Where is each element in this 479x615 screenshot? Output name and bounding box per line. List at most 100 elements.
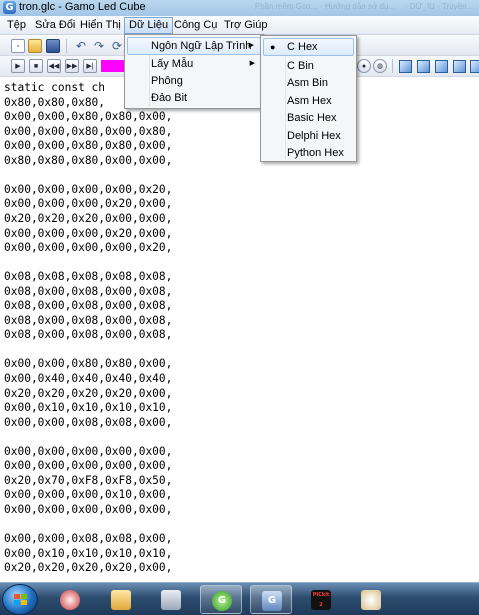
code-line: 0x00,0x00,0x80,0x80,0x00, (4, 357, 173, 371)
cube-top-icon[interactable] (470, 60, 479, 73)
code-line: 0x80,0x80,0x80,0x00,0x00, (4, 153, 173, 167)
file-explorer-icon (111, 590, 131, 610)
taskbar-glc-editor[interactable]: G (250, 585, 292, 614)
submenu-item-basic-hex[interactable]: Basic Hex (263, 109, 354, 127)
fast-forward-icon[interactable]: ▶▶ (65, 59, 79, 73)
code-line: 0x00,0x00,0x00,0x00,0x20, (4, 241, 173, 255)
code-line: 0x00,0x00,0x08,0x08,0x00, (4, 532, 173, 546)
cube-left-icon[interactable] (435, 60, 448, 73)
submenu-item-label: Delphi Hex (287, 130, 341, 142)
step-forward-icon[interactable]: ▶| (83, 59, 97, 73)
taskbar-file-explorer[interactable] (100, 585, 142, 614)
gamo-app-icon: G (212, 591, 232, 611)
refresh-icon[interactable]: ⟳ (110, 39, 124, 53)
taskbar-paint[interactable] (350, 585, 392, 614)
code-line: 0x08,0x08,0x08,0x08,0x08, (4, 270, 173, 284)
code-line: 0x00,0x00,0x80,0x80,0x00, (4, 139, 173, 153)
menu-edit[interactable]: Sửa Đổi (31, 17, 79, 34)
menu-help[interactable]: Trợ Giúp (220, 17, 271, 34)
code-line: static const ch (4, 81, 106, 94)
code-line: 0x00,0x00,0x80,0x80,0x00, (4, 110, 173, 124)
submenu-item-asm-hex[interactable]: Asm Hex (263, 92, 354, 110)
calculator-icon (161, 590, 181, 610)
data-menu-dropdown: Ngôn Ngữ Lập Trình ▶ Lấy Mẫu ▶ Phông Đảo… (124, 34, 264, 109)
menu-data[interactable]: Dữ Liệu (124, 17, 174, 34)
cube-back-icon[interactable] (417, 60, 430, 73)
open-folder-icon[interactable] (28, 39, 42, 53)
code-line: 0x00,0x00,0x00,0x10,0x00, (4, 488, 173, 502)
background-title-2: · Hướng dẫn sử dụ... (320, 2, 396, 11)
app-icon: G (3, 1, 16, 14)
taskbar-pickit2[interactable]: PICkit 2 (300, 585, 342, 614)
menu-item-label: Ngôn Ngữ Lập Trình (151, 40, 252, 52)
submenu-item-delphi-hex[interactable]: Delphi Hex (263, 127, 354, 145)
code-line: 0x00,0x00,0x00,0x00,0x20, (4, 182, 173, 196)
new-file-icon[interactable]: ▫ (11, 39, 25, 53)
menu-item-label: Phông (151, 75, 183, 87)
submenu-item-asm-bin[interactable]: Asm Bin (263, 74, 354, 92)
background-title-3: · DỮ_IU - Truyền... (405, 2, 474, 11)
menu-item-sample[interactable]: Lấy Mẫu ▶ (127, 55, 261, 73)
language-submenu: ● C Hex C Bin Asm Bin Asm Hex Basic Hex … (260, 35, 357, 162)
code-line: 0x20,0x20,0x20,0x00,0x00, (4, 211, 173, 225)
submenu-item-label: Basic Hex (287, 112, 337, 124)
menu-item-label: Lấy Mẫu (151, 58, 194, 70)
submenu-item-python-hex[interactable]: Python Hex (263, 144, 354, 162)
submenu-item-label: Asm Hex (287, 95, 332, 107)
code-line: 0x00,0x00,0x00,0x00,0x00, (4, 459, 173, 473)
menu-item-label: Đảo Bit (151, 92, 188, 104)
code-line: 0x00,0x00,0x08,0x08,0x00, (4, 415, 173, 429)
start-button[interactable] (2, 584, 38, 615)
menu-item-invert-bit[interactable]: Đảo Bit (127, 89, 261, 107)
pickit2-icon: PICkit 2 (311, 590, 331, 610)
code-line: 0x00,0x00,0x00,0x20,0x00, (4, 226, 173, 240)
submenu-item-c-bin[interactable]: C Bin (263, 57, 354, 75)
code-line: 0x00,0x10,0x10,0x10,0x10, (4, 401, 173, 415)
redo-icon[interactable]: ↷ (92, 39, 106, 53)
toolbar-separator (66, 39, 67, 53)
cube-right-icon[interactable] (453, 60, 466, 73)
code-line: 0x00,0x00,0x00,0x00,0x00, (4, 502, 173, 516)
paint-icon (361, 590, 381, 610)
code-line: 0x08,0x00,0x08,0x00,0x08, (4, 328, 173, 342)
code-line: 0x00,0x00,0x80,0x00,0x80, (4, 124, 173, 138)
code-line: 0x00,0x00,0x00,0x20,0x00, (4, 197, 173, 211)
code-line: 0x20,0x20,0x20,0x20,0x00, (4, 561, 173, 575)
save-icon[interactable] (46, 39, 60, 53)
code-line: 0x20,0x70,0xF8,0xF8,0x50, (4, 473, 173, 487)
submenu-arrow-icon: ▶ (248, 42, 254, 49)
code-editor[interactable]: static const ch 0x80,0x80,0x80, 0x00,0x00,… (0, 78, 479, 582)
stop-icon[interactable]: ■ (29, 59, 43, 73)
submenu-item-c-hex[interactable]: ● C Hex (263, 38, 354, 56)
code-line: 0x00,0x10,0x10,0x10,0x10, (4, 546, 173, 560)
menu-view[interactable]: Hiển Thị (76, 17, 125, 34)
cube-front-icon[interactable] (399, 60, 412, 73)
submenu-item-label: Python Hex (287, 147, 344, 159)
taskbar-calculator[interactable] (150, 585, 192, 614)
led-on-icon[interactable]: ● (357, 59, 371, 73)
submenu-item-label: Asm Bin (287, 77, 328, 89)
code-line: 0x08,0x00,0x08,0x00,0x08, (4, 313, 173, 327)
globe-icon[interactable]: ◍ (373, 59, 387, 73)
windows-logo-icon (14, 594, 28, 607)
submenu-arrow-icon: ▶ (249, 60, 255, 67)
taskbar-network-tool[interactable] (49, 585, 91, 614)
play-icon[interactable]: ▶ (11, 59, 25, 73)
selected-bullet-icon: ● (270, 42, 276, 52)
menu-item-font[interactable]: Phông (127, 72, 261, 90)
code-line: 0x80,0x80,0x80, (4, 95, 106, 109)
submenu-item-label: C Hex (287, 41, 318, 53)
menu-item-programming-language[interactable]: Ngôn Ngữ Lập Trình ▶ (127, 37, 261, 55)
undo-icon[interactable]: ↶ (74, 39, 88, 53)
code-line: 0x20,0x20,0x20,0x20,0x00, (4, 386, 173, 400)
network-tool-icon (60, 590, 80, 610)
code-line: 0x00,0x40,0x40,0x40,0x40, (4, 372, 173, 385)
menu-tools[interactable]: Công Cụ (170, 17, 221, 34)
glc-editor-icon: G (262, 591, 282, 611)
toolbar-separator (392, 59, 393, 73)
code-line: 0x08,0x00,0x08,0x00,0x08, (4, 284, 173, 298)
title-bar: G tron.glc - Gamo Led Cube · Phần mềm Gc… (0, 0, 479, 16)
rewind-icon[interactable]: ◀◀ (47, 59, 61, 73)
taskbar-gamo-app[interactable]: G (200, 585, 242, 614)
menu-file[interactable]: Tệp (3, 17, 30, 34)
